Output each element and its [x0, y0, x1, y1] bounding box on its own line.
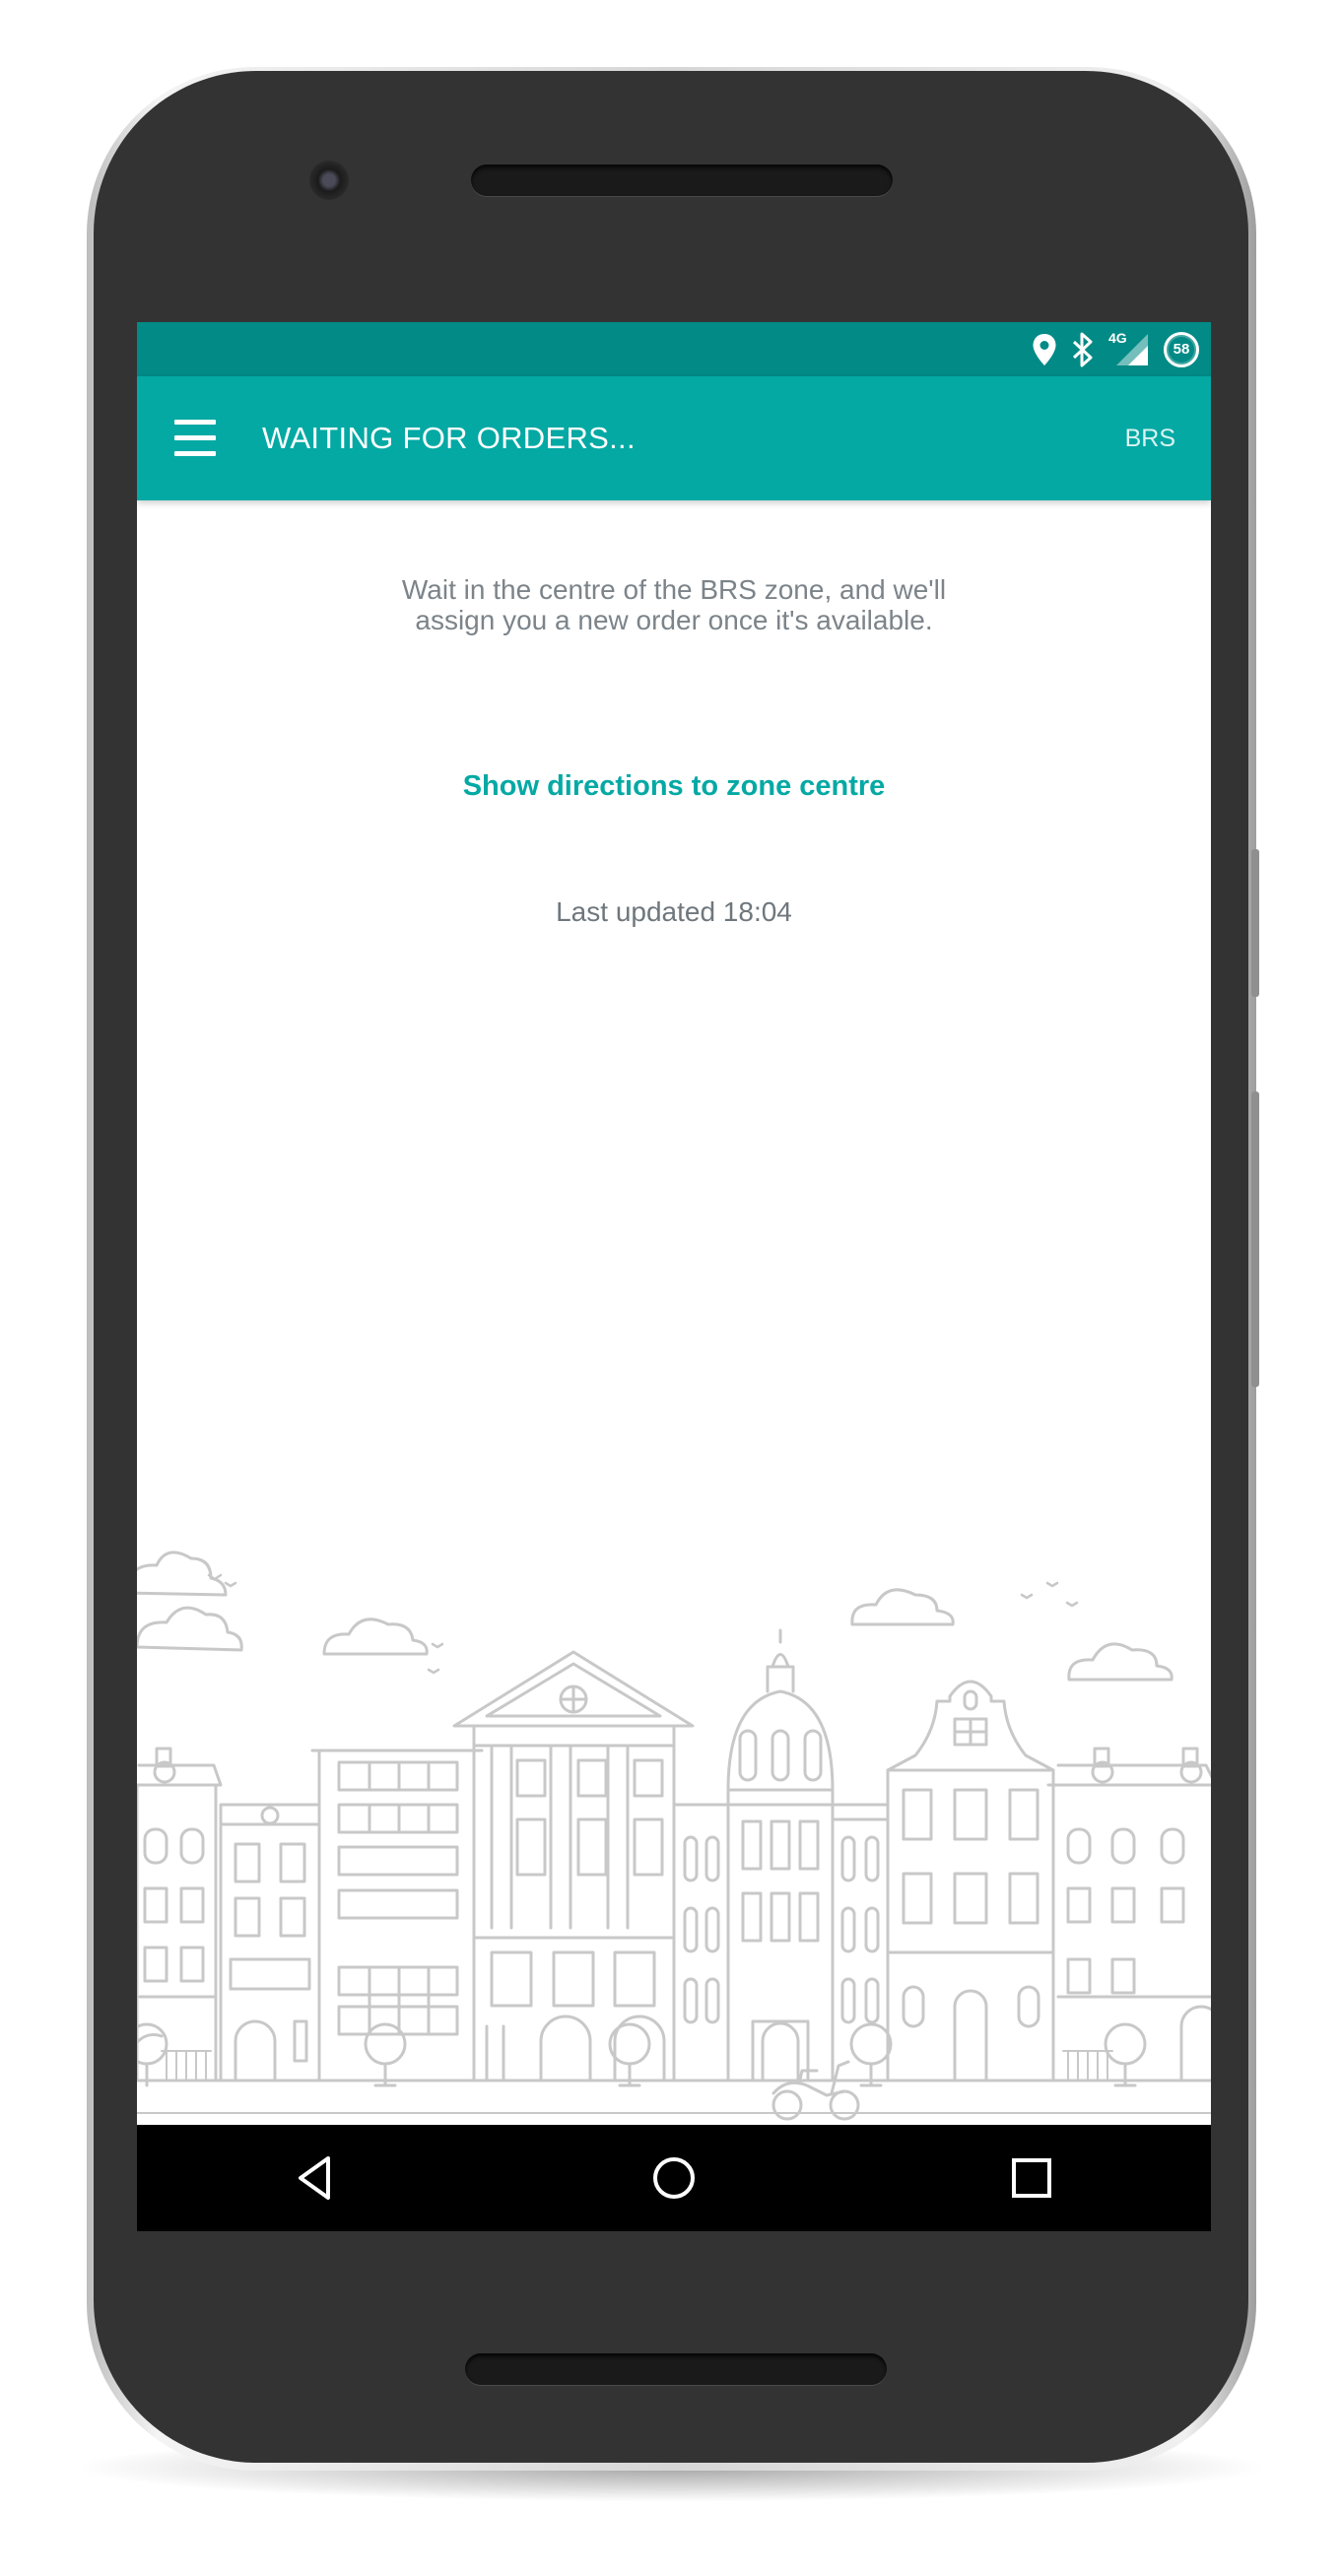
tree-icon [137, 2022, 1147, 2087]
top-speaker [471, 165, 893, 196]
network-type-label: 4G [1108, 330, 1127, 346]
fence [161, 2050, 1113, 2081]
building [1046, 1747, 1211, 2082]
building [137, 1747, 223, 2082]
power-button [1251, 849, 1259, 997]
zone-code-label: BRS [1124, 425, 1175, 452]
show-directions-link[interactable]: Show directions to zone centre [137, 770, 1211, 803]
front-camera [309, 161, 349, 200]
wait-message: Wait in the centre of the BRS zone, and … [401, 574, 947, 635]
back-icon[interactable] [287, 2148, 346, 2208]
building [219, 1803, 321, 2082]
last-updated-text: Last updated 18:04 [556, 896, 792, 927]
device-mockup: 4G 58 WAITING FOR ORDERS... BRS Wait in … [0, 0, 1341, 2576]
phone-screen: 4G 58 WAITING FOR ORDERS... BRS Wait in … [137, 322, 1211, 2231]
building [831, 1803, 890, 2082]
page-title: WAITING FOR ORDERS... [262, 421, 636, 455]
battery-icon: 58 [1164, 332, 1199, 367]
app-bar: WAITING FOR ORDERS... BRS [137, 376, 1211, 500]
building [452, 1650, 695, 2082]
building [886, 1680, 1055, 2082]
scooter-icon [771, 2060, 860, 2121]
building [310, 1749, 484, 2082]
bottom-speaker [465, 2353, 887, 2385]
building [672, 1803, 730, 2082]
city-street-illustration [137, 1551, 1211, 2121]
recents-icon[interactable] [1002, 2148, 1061, 2208]
building [726, 1628, 835, 2082]
cloud-icon [137, 1551, 1173, 1682]
home-icon[interactable] [644, 2148, 704, 2208]
signal-4g-icon: 4G [1108, 330, 1150, 367]
bluetooth-icon [1072, 332, 1093, 367]
status-icons: 4G 58 [1032, 330, 1199, 369]
battery-level: 58 [1169, 337, 1194, 363]
status-bar: 4G 58 [137, 322, 1211, 376]
system-nav-bar [137, 2125, 1211, 2231]
volume-button [1251, 1091, 1259, 1387]
hamburger-menu-icon[interactable] [167, 414, 228, 463]
location-pin-icon [1033, 334, 1056, 365]
